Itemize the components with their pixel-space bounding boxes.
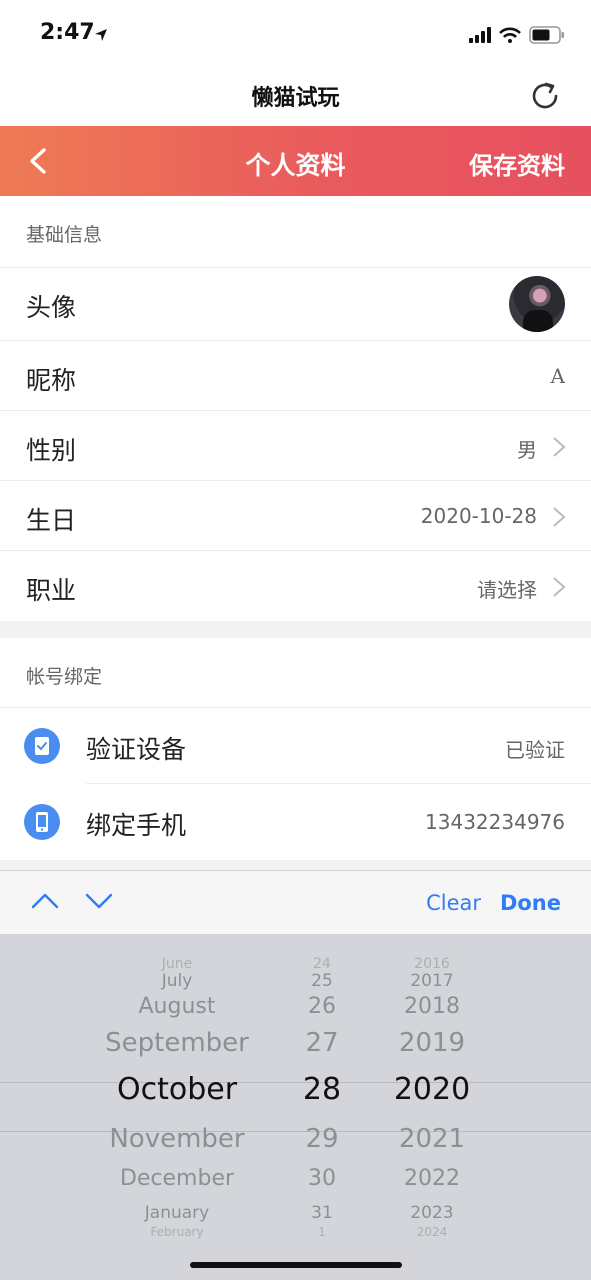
row-birthday[interactable]: 生日 2020-10-28 [0,481,591,551]
picker-year-item[interactable]: 2023 [342,1203,522,1223]
picker-year-item[interactable]: 2017 [342,971,522,991]
section-header-label: 基础信息 [26,224,103,246]
nav-bar: 个人资料 保存资料 [0,126,591,196]
battery-icon [529,26,564,44]
row-gender[interactable]: 性别 男 [0,411,591,481]
row-verify-device[interactable]: 验证设备 已验证 [0,708,591,784]
occupation-value: 请选择 [477,578,537,602]
picker-year-item[interactable]: 2022 [342,1166,522,1191]
row-avatar[interactable]: 头像 [0,268,591,341]
app-title-bar: 懒猫试玩 [0,66,591,126]
status-indicators [469,24,565,46]
phone-number: 13432234976 [425,810,565,834]
chevron-right-icon [553,577,566,597]
verify-status: 已验证 [505,738,565,762]
save-profile-button[interactable]: 保存资料 [469,146,565,181]
app-title: 懒猫试玩 [251,86,340,111]
section-header-account: 帐号绑定 [0,638,591,708]
section-header-label: 帐号绑定 [26,666,103,688]
location-arrow-icon [95,29,107,41]
picker-toolbar: Clear Done [0,870,591,934]
row-bind-phone[interactable]: 绑定手机 13432234976 [0,784,591,860]
status-bar: 2:47 [0,0,591,66]
cellular-signal-icon [469,27,491,43]
nickname-value: A [550,364,565,388]
chevron-right-icon [553,437,566,457]
picker-year-item[interactable]: 2019 [342,1028,522,1058]
row-label: 生日 [26,506,77,535]
picker-year-item[interactable]: 2020 [342,1072,522,1107]
row-label: 绑定手机 [86,811,187,840]
verified-device-icon [24,728,60,764]
row-label: 验证设备 [86,735,187,764]
avatar[interactable] [509,276,565,332]
picker-year-item[interactable]: 2018 [342,994,522,1019]
row-occupation[interactable]: 职业 请选择 [0,551,591,621]
row-label: 职业 [26,576,77,605]
status-time: 2:47 [40,20,95,45]
picker-year-item[interactable]: 2021 [342,1124,522,1154]
picker-year-item[interactable]: 2024 [342,1225,522,1239]
chevron-down-icon[interactable] [84,889,114,913]
refresh-icon[interactable] [527,78,563,114]
home-indicator [190,1262,402,1268]
clear-button[interactable]: Clear [426,891,481,915]
row-label: 性别 [26,436,77,465]
done-button[interactable]: Done [500,891,561,915]
date-picker[interactable]: June July August September October November De… [0,934,591,1280]
phone-icon [24,804,60,840]
row-nickname[interactable]: 昵称 A [0,341,591,411]
birthday-value: 2020-10-28 [420,504,537,528]
row-label: 昵称 [26,366,77,395]
chevron-right-icon [553,507,566,527]
wifi-icon [499,27,521,43]
chevron-up-icon[interactable] [30,889,60,913]
row-label: 头像 [26,293,77,322]
gender-value: 男 [517,438,537,462]
section-header-basic: 基础信息 [0,196,591,268]
